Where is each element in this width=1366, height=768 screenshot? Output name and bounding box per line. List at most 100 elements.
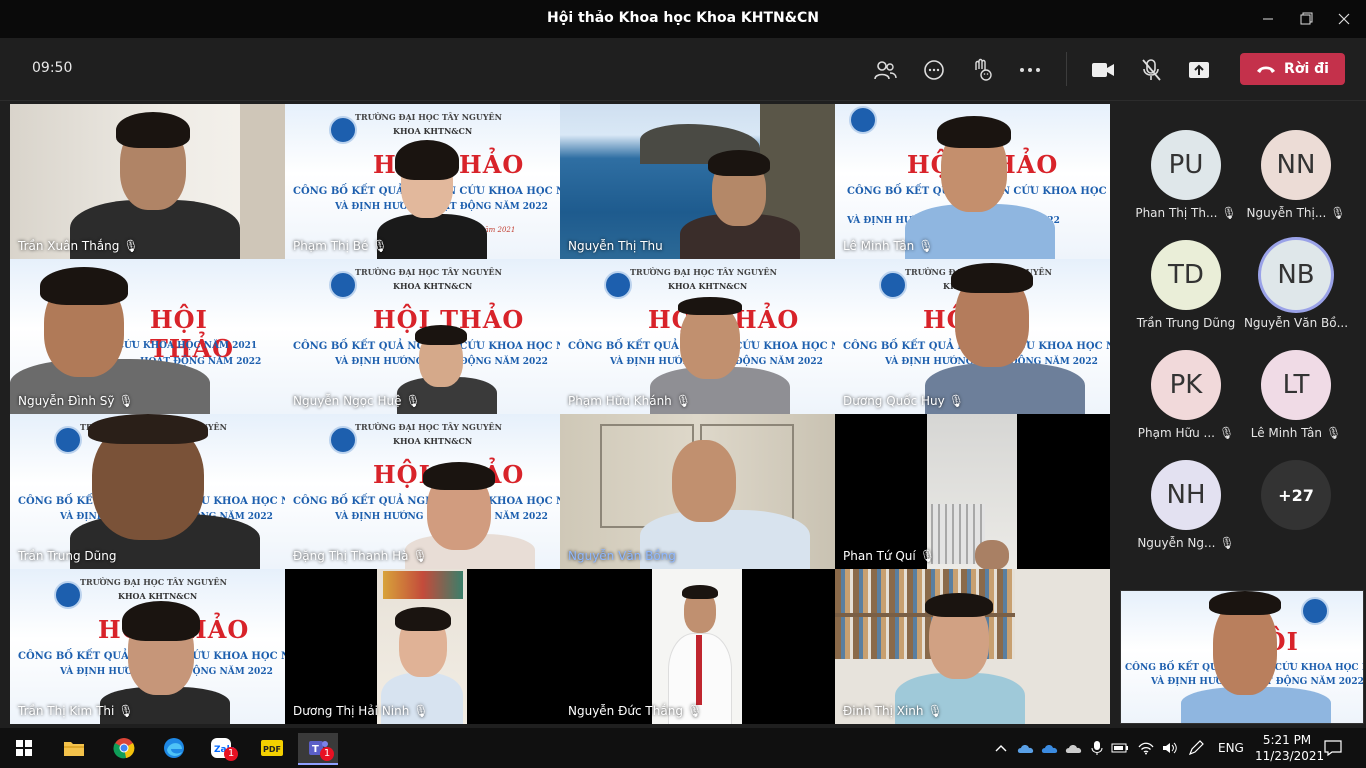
microphone-muted-icon[interactable] <box>1136 55 1166 85</box>
phone-hangup-icon <box>1257 66 1276 73</box>
muted-mic-icon: 🎙 <box>919 549 935 563</box>
teams-icon[interactable]: T 1 <box>298 733 338 765</box>
battery-icon[interactable] <box>1110 740 1130 756</box>
participant-name-label: Trần Thị Kim Thi 🎙 <box>18 704 134 718</box>
participant-name-label: Dương Thị Hải Ninh 🎙 <box>293 704 429 718</box>
more-options-icon[interactable] <box>1015 55 1045 85</box>
camera-icon[interactable] <box>1088 55 1118 85</box>
participant-name-label: Phan Tứ Quí 🎙 <box>843 549 935 563</box>
muted-mic-icon: 🎙 <box>372 239 388 253</box>
muted-mic-icon: 🎙 <box>405 394 421 408</box>
participant-name-label: Nguyễn Thị Thu <box>568 239 663 253</box>
video-tile[interactable]: Nguyễn Văn Bồng <box>560 414 835 569</box>
leave-button[interactable]: Rời đi <box>1240 53 1345 85</box>
participant-name-label: Phạm Hữu Khánh 🎙 <box>568 394 692 408</box>
muted-mic-icon: 🎙 <box>948 394 964 408</box>
system-clock[interactable]: 5:21 PM 11/23/2021 <box>1255 732 1324 764</box>
toolbar-divider <box>1066 52 1067 86</box>
avatar: TD <box>1151 240 1221 310</box>
participant-name-label: Trần Xuân Thắng 🎙 <box>18 239 139 253</box>
edge-icon[interactable] <box>154 733 194 763</box>
minimize-icon[interactable] <box>1250 6 1286 32</box>
roster-more-button[interactable]: +27 <box>1241 460 1351 530</box>
windows-start-icon[interactable] <box>4 733 44 763</box>
avatar: PK <box>1151 350 1221 420</box>
video-tile[interactable]: TRƯỜNG ĐẠI HỌC TÂY NGUYÊN KHOA KHTN&CN H… <box>10 569 285 724</box>
svg-text:PDF: PDF <box>263 745 281 754</box>
muted-mic-icon: 🎙 <box>1219 536 1235 550</box>
onedrive-sync-icon[interactable] <box>1016 740 1036 756</box>
notification-center-icon[interactable] <box>1322 740 1344 756</box>
university-logo <box>329 116 357 144</box>
muted-mic-icon: 🎙 <box>1218 426 1235 440</box>
participant-name-label: Nguyễn Đình Sỹ 🎙 <box>18 394 134 408</box>
roster-item[interactable]: NB Nguyễn Văn Bồ... <box>1241 240 1351 330</box>
chat-icon[interactable] <box>919 55 949 85</box>
roster-item[interactable]: NN Nguyễn Thị... 🎙 <box>1241 130 1351 220</box>
roster-item[interactable]: NH Nguyễn Ng... 🎙 <box>1131 460 1241 550</box>
self-view-video[interactable]: HỘI CÔNG BỐ KẾT QUẢ NGHIÊN CỨU KHOA HỌC … <box>1120 590 1364 724</box>
muted-mic-icon: 🎙 <box>118 704 134 718</box>
avatar: NH <box>1151 460 1221 530</box>
video-tile[interactable]: Phan Tứ Quí 🎙 <box>835 414 1110 569</box>
video-tile[interactable]: TRƯỜNG ĐẠI HỌC TÂY NGUYÊN KHOA KHTN&CN H… <box>560 259 835 414</box>
avatar: NB <box>1261 240 1331 310</box>
participant-name-label: Nguyễn Văn Bồng <box>568 549 676 563</box>
roster-item[interactable]: LT Lê Minh Tân 🎙 <box>1241 350 1351 440</box>
roster-item[interactable]: TD Trần Trung Dũng <box>1131 240 1241 330</box>
pdf-reader-icon[interactable]: PDF <box>252 733 292 763</box>
svg-text:T: T <box>312 744 319 755</box>
share-screen-icon[interactable] <box>1184 55 1214 85</box>
input-language[interactable]: ENG <box>1218 741 1244 755</box>
video-tile[interactable]: HỘI THẢO NGHIÊN CỨU KHOA HỌC NĂM 2021 HO… <box>10 259 285 414</box>
chevron-up-icon[interactable] <box>994 740 1008 756</box>
video-tile[interactable]: TRƯỜNG ĐẠI HỌC TÂY NGUYÊN CÔNG BỐ KẾT QU… <box>10 414 285 569</box>
title-bar: Hội thảo Khoa học Khoa KHTN&CN <box>0 0 1366 38</box>
chrome-icon[interactable] <box>104 733 144 763</box>
reactions-icon[interactable] <box>967 55 997 85</box>
file-explorer-icon[interactable] <box>54 733 94 763</box>
muted-mic-icon: 🎙 <box>1326 426 1342 440</box>
muted-mic-icon: 🎙 <box>927 704 943 718</box>
close-icon[interactable] <box>1326 6 1362 32</box>
roster-item[interactable]: PK Phạm Hữu ... 🎙 <box>1131 350 1241 440</box>
video-tile[interactable]: Trần Xuân Thắng 🎙 <box>10 104 285 259</box>
video-tile[interactable]: Nguyễn Thị Thu <box>560 104 835 259</box>
cloud-offline-icon[interactable] <box>1064 740 1084 756</box>
video-tile[interactable]: TRƯỜNG ĐẠI HỌC TÂY NGUYÊN KHOA KHTN&CN H… <box>285 259 560 414</box>
participant-name-label: Trần Trung Dũng <box>18 549 117 563</box>
window-title: Hội thảo Khoa học Khoa KHTN&CN <box>547 10 819 26</box>
avatar: LT <box>1261 350 1331 420</box>
microphone-icon[interactable] <box>1088 740 1106 756</box>
video-tile[interactable]: TRƯỜNG ĐẠI HỌC TÂY NGUYÊN KHOA KHTN&CN H… <box>285 414 560 569</box>
video-tile[interactable]: HỘI THẢO CÔNG BỐ KẾT QUẢ NGHIÊN CỨU KHOA… <box>835 104 1110 259</box>
video-grid: Trần Xuân Thắng 🎙 TRƯỜNG ĐẠI HỌC TÂY NGUY… <box>10 104 1110 724</box>
participant-name-label: Lê Minh Tân 🎙 <box>843 239 934 253</box>
video-tile[interactable]: TRƯỜNG ĐẠI HỌC TÂY NGUYÊN KHOA KHTN&CN H… <box>285 104 560 259</box>
video-tile[interactable]: TRƯỜNG ĐẠI HỌC TÂY NGUYÊN KHOA KHTN&CN H… <box>835 259 1110 414</box>
zalo-icon[interactable]: Zalo 1 <box>202 733 242 763</box>
teams-notification-badge: 1 <box>320 747 334 761</box>
cloud-icon[interactable] <box>1040 740 1060 756</box>
maximize-icon[interactable] <box>1288 6 1324 32</box>
windows-taskbar: Zalo 1 PDF T 1 ENG 5:21 PM 11/23/2021 <box>0 728 1366 768</box>
meeting-timer: 09:50 <box>32 60 73 76</box>
muted-mic-icon: 🎙 <box>675 394 692 408</box>
zalo-notification-badge: 1 <box>224 747 238 761</box>
participant-name-label: Đinh Thị Xinh 🎙 <box>843 704 943 718</box>
muted-mic-icon: 🎙 <box>123 239 139 253</box>
video-tile[interactable]: Đinh Thị Xinh 🎙 <box>835 569 1110 724</box>
wifi-icon[interactable] <box>1136 740 1156 756</box>
muted-mic-icon: 🎙 <box>413 704 429 718</box>
avatar: PU <box>1151 130 1221 200</box>
roster-item[interactable]: PU Phan Thị Th... 🎙 <box>1131 130 1241 220</box>
volume-icon[interactable] <box>1160 740 1180 756</box>
pen-icon[interactable] <box>1186 740 1206 756</box>
participants-icon[interactable] <box>870 55 900 85</box>
participant-name-label: Dương Quốc Huy 🎙 <box>843 394 964 408</box>
participant-name-label: Đặng Thị Thanh Hà 🎙 <box>293 549 428 563</box>
participant-name-label: Phạm Thị Bé 🎙 <box>293 239 388 253</box>
avatar: NN <box>1261 130 1331 200</box>
video-tile[interactable]: Nguyễn Đức Thắng 🎙 <box>560 569 835 724</box>
video-tile[interactable]: Dương Thị Hải Ninh 🎙 <box>285 569 560 724</box>
